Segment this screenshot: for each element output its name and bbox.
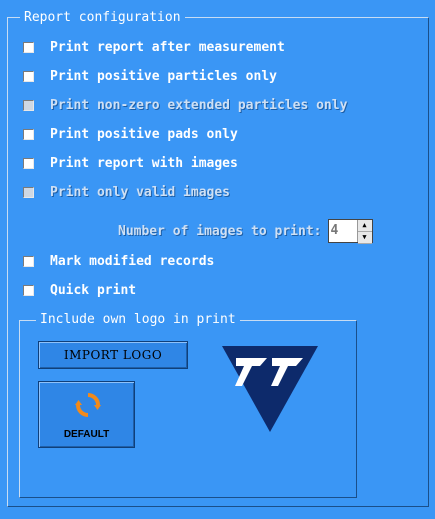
stepper-value[interactable]: 4 (329, 220, 357, 242)
option-label: Print non-zero extended particles only (50, 97, 348, 113)
option-label: Mark modified records (50, 253, 215, 269)
option-print-positive-pads[interactable]: Print positive pads only (23, 125, 238, 143)
option-label: Print positive particles only (50, 68, 277, 84)
checkbox[interactable] (23, 41, 34, 53)
checkbox[interactable] (23, 255, 34, 267)
stepper-down-icon[interactable]: ▼ (357, 232, 372, 244)
default-logo-button[interactable]: DEFAULT (38, 381, 135, 448)
checkbox[interactable] (23, 284, 34, 296)
stepper-up-icon[interactable]: ▲ (357, 220, 372, 232)
company-logo (222, 346, 318, 432)
refresh-icon (75, 393, 101, 417)
default-button-label: DEFAULT (63, 429, 110, 440)
import-logo-button[interactable]: IMPORT LOGO (38, 341, 188, 369)
checkbox (23, 186, 34, 198)
option-label: Print only valid images (50, 184, 231, 200)
option-mark-modified[interactable]: Mark modified records (23, 252, 214, 270)
checkbox[interactable] (23, 157, 34, 169)
option-print-with-images[interactable]: Print report with images (23, 154, 238, 172)
option-label: Print report after measurement (50, 39, 285, 55)
option-print-positive-particles[interactable]: Print positive particles only (23, 67, 277, 85)
option-print-after-measurement[interactable]: Print report after measurement (23, 38, 285, 56)
option-label: Print report with images (50, 155, 238, 171)
images-to-print-row: Number of images to print: 4 ▲ ▼ (118, 219, 373, 244)
logo-group-title: Include own logo in print (36, 312, 240, 327)
images-to-print-stepper[interactable]: 4 ▲ ▼ (327, 219, 373, 244)
option-print-valid-images: Print only valid images (23, 183, 230, 201)
option-print-nonzero-extended: Print non-zero extended particles only (23, 96, 347, 114)
images-to-print-label: Number of images to print: (118, 223, 322, 239)
panel-title: Report configuration (20, 10, 185, 25)
checkbox[interactable] (23, 128, 34, 140)
option-label: Print positive pads only (50, 126, 238, 142)
checkbox (23, 99, 34, 111)
checkbox[interactable] (23, 70, 34, 82)
option-quick-print[interactable]: Quick print (23, 281, 136, 299)
option-label: Quick print (50, 282, 137, 298)
